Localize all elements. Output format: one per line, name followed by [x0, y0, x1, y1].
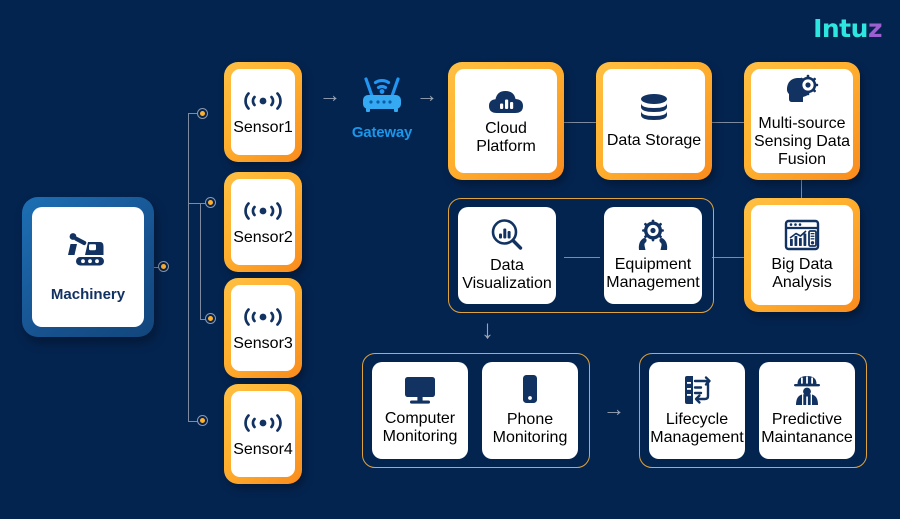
- iot-architecture-diagram: Intuz Machinery Sensor1 Sensor2 Sensor3 …: [0, 0, 900, 519]
- equipment-management-label-line2: Management: [606, 274, 700, 291]
- chart-magnifier-icon: [490, 218, 524, 257]
- phone-monitoring-label-line2: Monitoring: [492, 429, 568, 446]
- machinery-card[interactable]: Machinery: [22, 197, 154, 337]
- big-data-analysis-label-line2: Analysis: [772, 273, 832, 291]
- logo-text-accent: z: [867, 14, 883, 43]
- predictive-maintenance-label-line1: Predictive: [771, 411, 843, 428]
- connector-node-sensor4: [197, 415, 208, 426]
- logo-text-main: Intu: [813, 14, 868, 43]
- predictive-maintenance-card[interactable]: Predictive Maintanance: [759, 362, 855, 459]
- data-visualization-card[interactable]: Data Visualization: [458, 207, 556, 304]
- excavator-icon: [65, 231, 111, 276]
- big-data-analysis-card[interactable]: Big Data Analysis: [744, 198, 860, 312]
- signal-wave-icon: [243, 410, 283, 441]
- monitor-icon: [403, 375, 437, 410]
- big-data-analysis-label-line1: Big Data: [771, 255, 833, 273]
- signal-wave-icon: [243, 88, 283, 119]
- connector-bus-vertical: [188, 114, 190, 422]
- sensor-label-4: Sensor4: [233, 440, 293, 458]
- data-storage-label: Data Storage: [606, 131, 702, 149]
- multi-source-fusion-label-line3: Fusion: [777, 150, 827, 168]
- sensor-label-2: Sensor2: [233, 228, 293, 246]
- connector-branch-inner-vertical: [200, 203, 202, 319]
- connector-node-sensor1: [197, 108, 208, 119]
- cloud-platform-label: Cloud Platform: [476, 119, 536, 155]
- smartphone-icon: [519, 374, 541, 411]
- sensor-label-1: Sensor1: [233, 118, 293, 136]
- sensor-card-2[interactable]: Sensor2: [224, 172, 302, 272]
- sensor-card-3[interactable]: Sensor3: [224, 278, 302, 378]
- database-icon: [638, 93, 670, 132]
- lifecycle-management-label-line2: Management: [650, 429, 744, 446]
- intuz-logo: Intuz: [813, 14, 882, 43]
- worker-helmet-icon: [790, 374, 824, 411]
- dashboard-analytics-icon: [784, 219, 820, 256]
- gear-hands-icon: [635, 219, 671, 256]
- multi-source-fusion-card[interactable]: Multi-source Sensing Data Fusion: [744, 62, 860, 180]
- equipment-management-label-line1: Equipment: [614, 256, 692, 273]
- gateway-label: Gateway: [351, 124, 413, 141]
- connector-fusion-to-bigdata: [801, 178, 803, 200]
- signal-wave-icon: [243, 198, 283, 229]
- computer-monitoring-label-line1: Computer: [384, 410, 456, 427]
- phone-monitoring-label-line1: Phone: [506, 411, 554, 428]
- computer-monitoring-label-line2: Monitoring: [382, 428, 458, 445]
- head-gear-icon: [783, 74, 821, 111]
- multi-source-fusion-label-line2: Sensing Data: [753, 132, 851, 150]
- signal-wave-icon: [243, 304, 283, 335]
- sensor-card-4[interactable]: Sensor4: [224, 384, 302, 484]
- arrow-down-to-monitoring: ↓: [481, 314, 494, 344]
- data-storage-card[interactable]: Data Storage: [596, 62, 712, 180]
- connector-cloud-to-storage: [564, 122, 600, 124]
- computer-monitoring-card[interactable]: Computer Monitoring: [372, 362, 468, 459]
- lifecycle-document-icon: [681, 374, 713, 411]
- sensor-label-3: Sensor3: [233, 334, 293, 352]
- lifecycle-management-label-line1: Lifecycle: [665, 411, 729, 428]
- machinery-label: Machinery: [50, 286, 126, 303]
- multi-source-fusion-label-line1: Multi-source: [758, 114, 846, 132]
- sensor-card-1[interactable]: Sensor1: [224, 62, 302, 162]
- connector-equipment-to-bigdata: [712, 257, 746, 259]
- connector-node-sensor2: [205, 197, 216, 208]
- cloud-platform-card[interactable]: Cloud Platform: [448, 62, 564, 180]
- phone-monitoring-card[interactable]: Phone Monitoring: [482, 362, 578, 459]
- connector-storage-to-fusion: [712, 122, 746, 124]
- predictive-maintenance-label-line2: Maintanance: [761, 429, 853, 446]
- arrow-sensor-to-gateway: →: [319, 82, 341, 107]
- data-visualization-label-line2: Visualization: [462, 275, 552, 292]
- data-visualization-label-line1: Data: [490, 257, 524, 274]
- lifecycle-management-card[interactable]: Lifecycle Management: [649, 362, 745, 459]
- connector-node-machinery: [158, 261, 169, 272]
- connector-node-sensor3: [205, 313, 216, 324]
- arrow-monitoring-to-management: →: [603, 396, 625, 421]
- gateway-node[interactable]: Gateway: [339, 72, 425, 141]
- router-icon: [353, 77, 411, 120]
- cloud-chart-icon: [487, 87, 525, 120]
- equipment-management-card[interactable]: Equipment Management: [604, 207, 702, 304]
